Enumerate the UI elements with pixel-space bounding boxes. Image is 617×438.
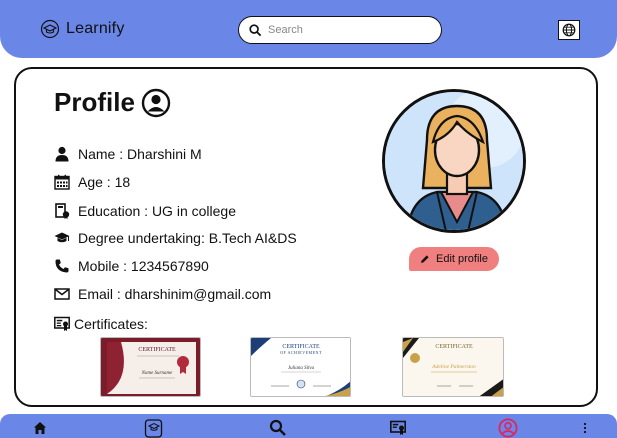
page-title: Profile bbox=[54, 87, 135, 117]
nav-profile[interactable] bbox=[498, 418, 518, 438]
top-header: Learnify bbox=[0, 0, 617, 58]
mobile-row: Mobile : 1234567890 bbox=[54, 258, 209, 274]
certificate-3-name: Adeline Palmerston bbox=[431, 364, 476, 370]
certificate-thumbnail-2[interactable]: CERTIFICATE OF ACHIEVEMENT Juliana Silva bbox=[250, 337, 351, 397]
phone-icon bbox=[55, 259, 69, 273]
certificates-icon bbox=[390, 420, 406, 435]
certificates-label: Certificates: bbox=[74, 316, 148, 332]
edit-profile-button[interactable]: Edit profile bbox=[409, 247, 499, 271]
nav-more[interactable] bbox=[575, 418, 595, 438]
avatar-illustration bbox=[385, 92, 523, 230]
education-icon bbox=[55, 203, 70, 219]
nav-learn[interactable] bbox=[144, 418, 164, 438]
profile-icon bbox=[498, 418, 518, 438]
degree-text: Degree undertaking: B.Tech AI&DS bbox=[78, 230, 297, 246]
certificates-row: Certificates: bbox=[54, 316, 148, 332]
email-row: Email : dharshinim@gmail.com bbox=[54, 286, 271, 302]
search-bar[interactable] bbox=[238, 16, 442, 44]
nav-search[interactable] bbox=[268, 418, 288, 438]
avatar bbox=[382, 89, 526, 233]
learn-icon bbox=[144, 419, 163, 438]
search-input[interactable] bbox=[268, 24, 418, 36]
email-text: Email : dharshinim@gmail.com bbox=[78, 286, 272, 302]
certificate-image-2: CERTIFICATE OF ACHIEVEMENT Juliana Silva bbox=[251, 338, 350, 396]
certificate-2-subheading: OF ACHIEVEMENT bbox=[280, 350, 322, 355]
name-text: Name : Dharshini M bbox=[78, 146, 202, 162]
home-icon bbox=[34, 422, 46, 434]
profile-card: Profile Name : Dharshini M Age : 18 Educ… bbox=[14, 67, 598, 407]
nav-certificates[interactable] bbox=[388, 418, 408, 438]
learnify-logo-icon bbox=[40, 19, 60, 39]
certificate-thumbnail-1[interactable]: CERTIFICATE Name Surname bbox=[100, 337, 201, 397]
certificate-image-1: CERTIFICATE Name Surname bbox=[101, 338, 200, 396]
education-text: Education : UG in college bbox=[78, 203, 236, 219]
language-button[interactable] bbox=[558, 20, 580, 40]
bottom-navigation bbox=[0, 414, 617, 438]
edit-profile-label: Edit profile bbox=[436, 253, 488, 265]
globe-icon bbox=[562, 23, 576, 37]
pencil-icon bbox=[421, 255, 429, 263]
certificate-1-name: Name Surname bbox=[141, 371, 173, 376]
search-icon bbox=[249, 23, 262, 36]
mail-icon bbox=[54, 288, 70, 300]
certificate-3-heading: CERTIFICATE bbox=[435, 344, 473, 350]
calendar-icon bbox=[54, 174, 70, 190]
name-row: Name : Dharshini M bbox=[54, 146, 202, 162]
certificate-image-3: CERTIFICATE Adeline Palmerston bbox=[403, 338, 503, 396]
graduation-cap-icon bbox=[54, 232, 70, 243]
certificate-2-name: Juliana Silva bbox=[288, 366, 315, 371]
person-icon bbox=[55, 146, 69, 162]
education-row: Education : UG in college bbox=[54, 203, 236, 219]
user-circle-icon bbox=[141, 88, 171, 117]
mobile-text: Mobile : 1234567890 bbox=[78, 258, 209, 274]
brand-name: Learnify bbox=[66, 20, 125, 37]
certificate-thumbnail-3[interactable]: CERTIFICATE Adeline Palmerston bbox=[402, 337, 504, 397]
degree-row: Degree undertaking: B.Tech AI&DS bbox=[54, 230, 297, 246]
nav-home[interactable] bbox=[30, 418, 50, 438]
brand[interactable]: Learnify bbox=[40, 19, 125, 39]
more-icon bbox=[583, 422, 587, 434]
profile-title: Profile bbox=[54, 87, 171, 118]
certificate-1-heading: CERTIFICATE bbox=[138, 347, 176, 353]
certificate-icon bbox=[54, 316, 70, 331]
age-row: Age : 18 bbox=[54, 174, 130, 190]
age-text: Age : 18 bbox=[78, 174, 131, 190]
search-icon bbox=[269, 419, 286, 436]
